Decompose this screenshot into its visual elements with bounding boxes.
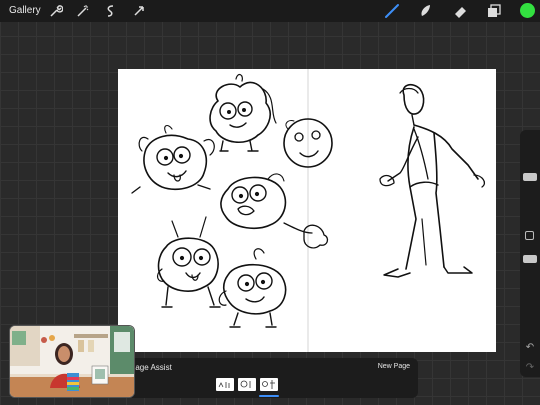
drawing-canvas[interactable] — [118, 69, 496, 352]
modify-button[interactable] — [525, 231, 534, 240]
eraser-icon[interactable] — [452, 3, 468, 19]
layers-icon[interactable] — [486, 3, 502, 19]
page-thumbnail[interactable] — [238, 378, 256, 391]
new-page-button[interactable]: New Page — [378, 363, 410, 370]
top-toolbar: Gallery — [0, 0, 540, 22]
magic-wand-icon[interactable] — [75, 3, 91, 19]
brush-size-slider[interactable] — [523, 173, 537, 181]
sketch-artwork — [131, 69, 486, 352]
selection-icon[interactable] — [103, 3, 119, 19]
brush-icon[interactable] — [384, 3, 400, 19]
active-page-indicator — [259, 395, 279, 397]
page-thumbnail[interactable] — [216, 378, 234, 391]
creature-sketch-5 — [156, 216, 221, 308]
creature-sketch-3 — [131, 124, 215, 194]
man-figure-sketch — [379, 83, 486, 278]
gallery-button[interactable]: Gallery — [9, 5, 41, 16]
color-swatch[interactable] — [520, 3, 535, 18]
smudge-icon[interactable] — [418, 3, 434, 19]
opacity-slider[interactable] — [523, 255, 537, 263]
wrench-icon[interactable] — [47, 3, 63, 19]
page-assist-panel: Page Assist New Page — [118, 358, 418, 398]
page-assist-title: Page Assist — [130, 363, 172, 372]
creature-sketch-4 — [220, 173, 329, 249]
right-sidebar: ↶ ↷ — [520, 130, 540, 377]
page-thumbnail[interactable] — [260, 378, 278, 391]
creature-sketch-6 — [218, 248, 287, 328]
redo-icon[interactable]: ↷ — [524, 362, 536, 373]
transform-icon[interactable] — [131, 3, 147, 19]
creature-sketch-1 — [209, 73, 277, 152]
undo-icon[interactable]: ↶ — [524, 342, 536, 353]
picture-in-picture-video[interactable] — [9, 325, 135, 398]
